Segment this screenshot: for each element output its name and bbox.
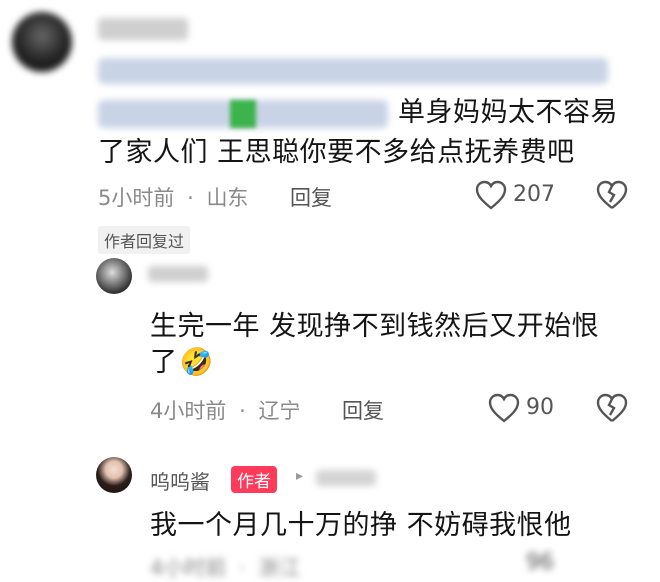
- meta-separator: ·: [239, 399, 246, 423]
- mention-line[interactable]: @... ... @... ...: [98, 58, 618, 96]
- comment-location: 山东: [206, 186, 249, 210]
- like-button[interactable]: 207: [475, 178, 565, 212]
- comment-meta: 5小时前 · 山东: [98, 182, 248, 212]
- comment-location: 浙江: [258, 556, 301, 580]
- comment-time: 4小时前: [150, 399, 227, 423]
- broken-heart-icon[interactable]: [596, 393, 628, 423]
- comment-time: 5小时前: [98, 186, 175, 210]
- like-button[interactable]: 96: [488, 550, 568, 575]
- commenter-name[interactable]: [148, 266, 208, 282]
- avatar[interactable]: [96, 457, 132, 493]
- like-count: 96: [526, 550, 554, 575]
- reply-to-name[interactable]: [316, 470, 376, 486]
- reply-button[interactable]: 回复: [342, 395, 384, 425]
- comment-text-line1: 生完一年 发现挣不到钱然后又开始恨: [150, 311, 600, 342]
- comment-text-line2: 了🤣: [150, 347, 214, 378]
- avatar[interactable]: [12, 12, 72, 72]
- comment-text-line1: 我一个月几十万的挣 不妨碍我恨他: [150, 510, 572, 541]
- meta-separator: ·: [239, 556, 246, 580]
- comment-text-line1: 单身妈妈太不容易: [398, 97, 618, 128]
- comment-meta: 4小时前 · 辽宁: [150, 395, 300, 425]
- laughing-emoji: 🤣: [179, 347, 214, 378]
- avatar[interactable]: [96, 258, 132, 294]
- author-replied-tag: 作者回复过: [98, 226, 191, 254]
- comment-location: 辽宁: [258, 399, 301, 423]
- broken-heart-icon[interactable]: [596, 180, 628, 210]
- comment-time: 4小时前: [150, 556, 227, 580]
- comment-meta: 4小时前 · 浙江: [150, 552, 300, 582]
- commenter-name[interactable]: [98, 18, 188, 40]
- heart-icon: [475, 180, 507, 210]
- heart-icon: [488, 393, 520, 423]
- comment-text-line2: 了家人们 王思聪你要不多给点抚养费吧: [98, 137, 575, 168]
- meta-separator: ·: [187, 186, 194, 210]
- reply-to-indicator: ▸: [296, 468, 304, 484]
- reply-button[interactable]: 回复: [290, 182, 332, 212]
- like-button[interactable]: 90: [488, 391, 568, 425]
- author-badge: 作者: [231, 466, 277, 493]
- green-badge: [230, 100, 256, 128]
- like-count: 207: [513, 182, 555, 207]
- commenter-name[interactable]: 呜呜酱: [150, 466, 210, 495]
- like-count: 90: [526, 395, 554, 420]
